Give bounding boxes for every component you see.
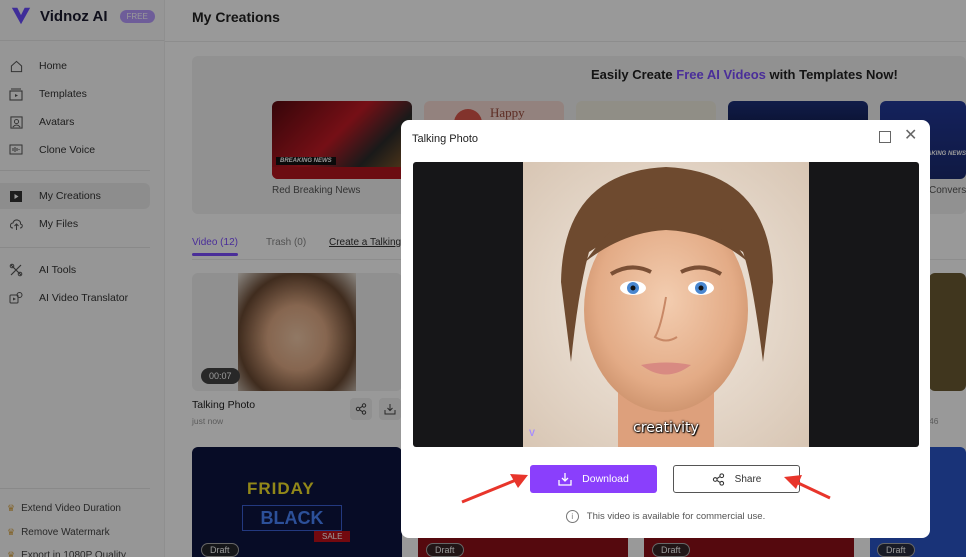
maximize-icon[interactable] xyxy=(879,131,891,143)
video-frame: creativity V xyxy=(523,162,809,447)
close-icon[interactable]: ✕ xyxy=(904,128,917,144)
share-icon xyxy=(712,472,724,486)
download-label: Download xyxy=(582,473,629,485)
download-icon xyxy=(558,473,572,486)
modal-title: Talking Photo xyxy=(412,133,479,145)
download-button[interactable]: Download xyxy=(530,465,657,493)
commercial-use-notice: i This video is available for commercial… xyxy=(401,510,930,523)
watermark-icon: V xyxy=(529,428,536,438)
info-icon: i xyxy=(565,510,579,523)
share-button[interactable]: Share xyxy=(673,465,800,493)
share-label: Share xyxy=(734,473,762,485)
commercial-use-text: This video is available for commercial u… xyxy=(586,511,766,522)
video-player[interactable]: creativity V xyxy=(413,162,919,447)
annotation-arrow-icon xyxy=(461,474,528,504)
annotation-arrow-icon xyxy=(784,475,831,500)
portrait-image xyxy=(523,162,809,447)
video-caption: creativity xyxy=(633,420,699,436)
